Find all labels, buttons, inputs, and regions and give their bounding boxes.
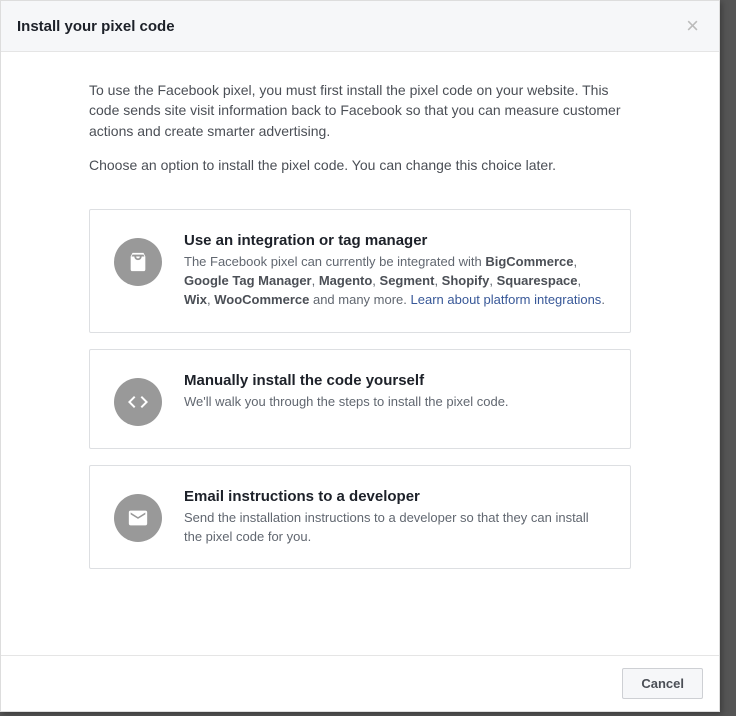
- brand: Squarespace: [497, 273, 578, 288]
- option-description: Send the installation instructions to a …: [184, 509, 606, 547]
- option-content: Manually install the code yourself We'll…: [184, 372, 606, 412]
- cancel-button[interactable]: Cancel: [622, 668, 703, 699]
- desc-suffix: and many more.: [309, 292, 410, 307]
- modal-header: Install your pixel code ×: [1, 1, 719, 52]
- option-integration[interactable]: Use an integration or tag manager The Fa…: [89, 209, 631, 333]
- desc-prefix: The Facebook pixel can currently be inte…: [184, 254, 485, 269]
- modal-footer: Cancel: [1, 655, 719, 711]
- option-content: Use an integration or tag manager The Fa…: [184, 232, 606, 310]
- brand: Google Tag Manager: [184, 273, 312, 288]
- learn-integrations-link[interactable]: Learn about platform integrations: [411, 292, 602, 307]
- brand: WooCommerce: [214, 292, 309, 307]
- brand: BigCommerce: [485, 254, 573, 269]
- option-title: Use an integration or tag manager: [184, 232, 606, 249]
- intro-paragraph-2: Choose an option to install the pixel co…: [89, 155, 631, 175]
- intro-paragraph-1: To use the Facebook pixel, you must firs…: [89, 80, 631, 141]
- option-email[interactable]: Email instructions to a developer Send t…: [89, 465, 631, 570]
- modal-body: To use the Facebook pixel, you must firs…: [1, 52, 719, 655]
- option-description: We'll walk you through the steps to inst…: [184, 393, 606, 412]
- option-content: Email instructions to a developer Send t…: [184, 488, 606, 547]
- code-icon: [114, 378, 162, 426]
- option-title: Email instructions to a developer: [184, 488, 606, 505]
- option-description: The Facebook pixel can currently be inte…: [184, 253, 606, 310]
- close-icon[interactable]: ×: [682, 15, 703, 37]
- brand: Magento: [319, 273, 372, 288]
- brand: Shopify: [442, 273, 490, 288]
- envelope-icon: [114, 494, 162, 542]
- period: .: [601, 292, 605, 307]
- brand: Segment: [380, 273, 435, 288]
- option-manual[interactable]: Manually install the code yourself We'll…: [89, 349, 631, 449]
- option-title: Manually install the code yourself: [184, 372, 606, 389]
- brand: Wix: [184, 292, 207, 307]
- shopping-bag-icon: [114, 238, 162, 286]
- install-pixel-modal: Install your pixel code × To use the Fac…: [0, 0, 720, 712]
- modal-title: Install your pixel code: [17, 18, 175, 35]
